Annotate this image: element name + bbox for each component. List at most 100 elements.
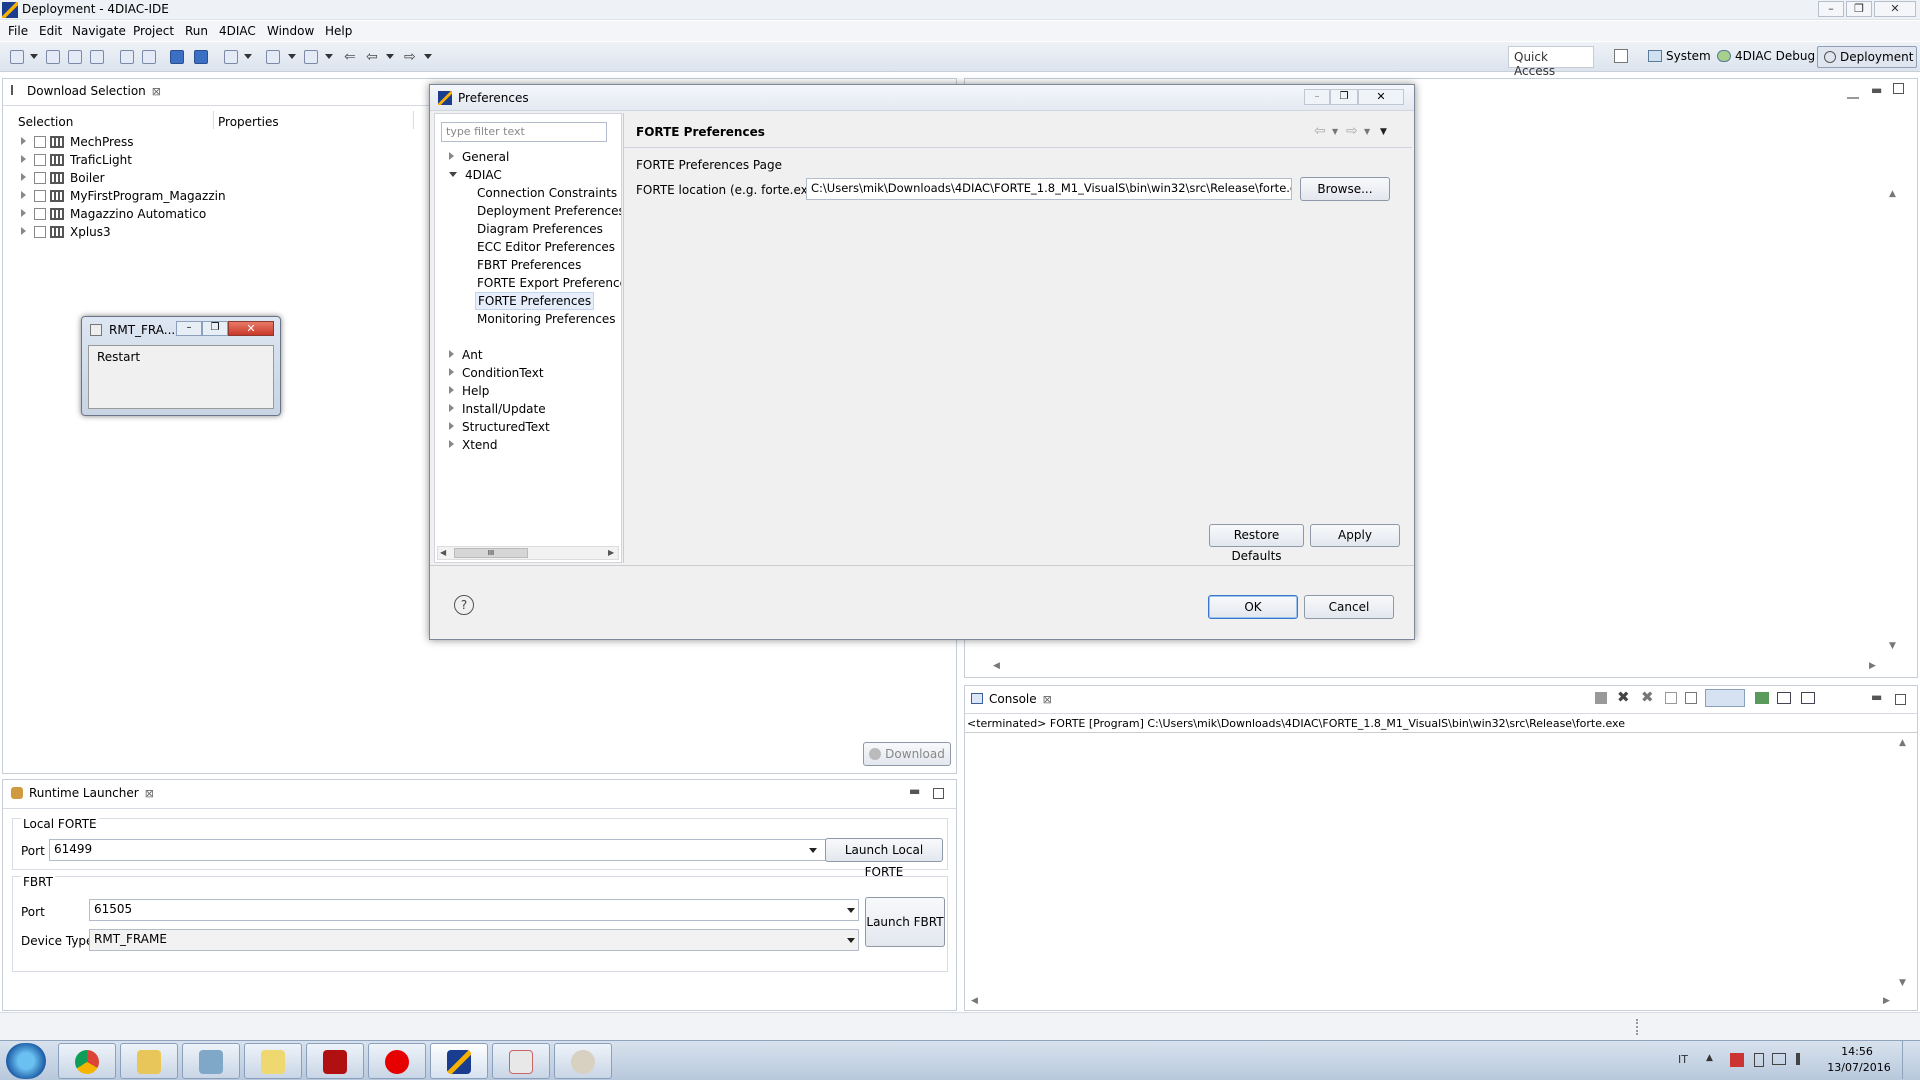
menu-file[interactable]: File: [8, 24, 28, 38]
taskbar-4diac[interactable]: [430, 1043, 488, 1079]
expand-icon[interactable]: [449, 422, 454, 430]
checkbox[interactable]: [34, 190, 46, 202]
chevron-down-icon[interactable]: [30, 54, 38, 59]
tree-item-structuredtext[interactable]: StructuredText: [449, 420, 550, 434]
chevron-down-icon[interactable]: [847, 938, 855, 943]
scroll-right-icon[interactable]: ▶: [1869, 661, 1876, 671]
chevron-down-icon[interactable]: [847, 908, 855, 913]
scroll-down-icon[interactable]: ▼: [1899, 978, 1906, 988]
minimize-window-button[interactable]: –: [1818, 1, 1844, 17]
scroll-left-icon[interactable]: ◀: [440, 548, 446, 557]
tab-console[interactable]: Console ⊠: [971, 692, 1052, 706]
menu-edit[interactable]: Edit: [39, 24, 62, 38]
pin-console-icon[interactable]: [1755, 692, 1769, 704]
taskbar-explorer[interactable]: [120, 1043, 178, 1079]
minimize-view-icon[interactable]: ▬: [909, 784, 920, 798]
search-icon[interactable]: [224, 50, 238, 64]
minimize-dialog-button[interactable]: –: [1304, 89, 1330, 105]
chevron-down-icon[interactable]: [424, 54, 432, 59]
maximize-view-icon[interactable]: [1893, 83, 1904, 94]
tree-item-diagram-preferences[interactable]: Diagram Preferences: [477, 222, 603, 236]
chevron-down-icon[interactable]: [325, 54, 333, 59]
new-icon[interactable]: [10, 50, 24, 64]
expand-icon[interactable]: [449, 368, 454, 376]
maximize-view-icon[interactable]: [933, 788, 944, 799]
chevron-down-icon[interactable]: ▼: [1364, 127, 1370, 136]
save-icon[interactable]: [46, 50, 60, 64]
close-icon[interactable]: ⊠: [152, 85, 161, 98]
tray-expand-icon[interactable]: ▲: [1706, 1053, 1713, 1063]
scroll-right-icon[interactable]: ▶: [608, 548, 614, 557]
tree-item-general[interactable]: General: [449, 150, 509, 164]
scroll-left-icon[interactable]: ◀: [971, 996, 978, 1006]
chevron-down-icon[interactable]: [288, 54, 296, 59]
taskbar-acrobat[interactable]: [306, 1043, 364, 1079]
tree-item-myfirstprogram[interactable]: MyFirstProgram_Magazzin: [21, 189, 226, 207]
expand-icon[interactable]: [449, 152, 454, 160]
open-console-icon[interactable]: [1801, 692, 1815, 704]
expand-icon[interactable]: [21, 191, 26, 199]
maximize-view-icon[interactable]: [1895, 694, 1906, 705]
checkbox[interactable]: [34, 136, 46, 148]
tree-item-forte-export-preferences[interactable]: FORTE Export Preferences: [477, 276, 621, 290]
column-header-selection[interactable]: Selection: [18, 115, 73, 129]
expand-icon[interactable]: [449, 350, 454, 358]
ok-button[interactable]: OK: [1208, 595, 1298, 619]
tree-item-connection-constraints[interactable]: Connection Constraints: [477, 186, 617, 200]
launch-fbrt-button[interactable]: Launch FBRT: [865, 897, 945, 947]
tree-item-install-update[interactable]: Install/Update: [449, 402, 546, 416]
back-icon[interactable]: ⇦: [1314, 123, 1326, 139]
checkbox[interactable]: [34, 208, 46, 220]
volume-icon[interactable]: [1796, 1053, 1808, 1065]
language-indicator[interactable]: IT: [1678, 1053, 1688, 1066]
restore-defaults-button[interactable]: Restore Defaults: [1209, 524, 1304, 563]
scroll-left-icon[interactable]: ◀: [993, 661, 1000, 671]
scrollbar-thumb[interactable]: III: [454, 548, 528, 558]
menu-4diac[interactable]: 4DIAC: [219, 24, 256, 38]
tree-item-monitoring-preferences[interactable]: Monitoring Preferences: [477, 312, 616, 326]
close-icon[interactable]: ⊠: [145, 787, 154, 800]
expand-icon[interactable]: [21, 227, 26, 235]
tree-item-mechpress[interactable]: MechPress: [21, 135, 134, 153]
checkbox[interactable]: [34, 226, 46, 238]
expand-icon[interactable]: [21, 137, 26, 145]
forte-location-input[interactable]: C:\Users\mik\Downloads\4DIAC\FORTE_1.8_M…: [806, 178, 1292, 200]
apply-button[interactable]: Apply: [1310, 524, 1400, 547]
nav-horizontal-scrollbar[interactable]: ◀ III ▶: [437, 546, 619, 560]
column-header-properties[interactable]: Properties: [218, 115, 279, 129]
close-dialog-button[interactable]: ✕: [1358, 89, 1404, 105]
start-button[interactable]: [6, 1043, 46, 1079]
taskbar-app-3[interactable]: [182, 1043, 240, 1079]
save-all-icon[interactable]: [68, 50, 82, 64]
terminate-icon[interactable]: [1595, 692, 1607, 704]
expand-icon[interactable]: [21, 209, 26, 217]
show-desktop-button[interactable]: [1902, 1041, 1916, 1079]
battery-icon[interactable]: [1754, 1053, 1764, 1067]
show-console-toggle[interactable]: [1705, 689, 1745, 707]
local-port-combo[interactable]: 61499: [49, 839, 827, 861]
expand-icon[interactable]: [21, 173, 26, 181]
forward-icon[interactable]: ⇨: [404, 49, 416, 65]
taskbar-app-4[interactable]: [244, 1043, 302, 1079]
tab-runtime-launcher[interactable]: Runtime Launcher ⊠: [11, 786, 154, 800]
taskbar-chrome[interactable]: [58, 1043, 116, 1079]
clear-console-icon[interactable]: [1665, 692, 1677, 704]
tree-item-traficlight[interactable]: TraficLight: [21, 153, 132, 171]
tree-item-magazzino-automatico[interactable]: Magazzino Automatico: [21, 207, 206, 225]
close-icon[interactable]: ⊠: [1043, 693, 1052, 706]
forward-icon[interactable]: ⇨: [1346, 123, 1358, 139]
tree-item-ecc-editor-preferences[interactable]: ECC Editor Preferences: [477, 240, 615, 254]
chevron-down-icon[interactable]: [809, 848, 817, 853]
minimize-view-icon[interactable]: ▬: [1871, 83, 1882, 97]
tray-clock-time[interactable]: 14:56: [1832, 1045, 1882, 1058]
maximize-dialog-button[interactable]: ❐: [1330, 89, 1358, 105]
restore-window-button[interactable]: ❐: [1846, 1, 1872, 17]
edit-icon[interactable]: [266, 50, 280, 64]
tree-item-xplus3[interactable]: Xplus3: [21, 225, 111, 243]
taskbar-java[interactable]: [492, 1043, 550, 1079]
restart-button[interactable]: Restart: [88, 345, 274, 409]
close-window-button[interactable]: ✕: [1874, 1, 1916, 17]
tree-item-xtend[interactable]: Xtend: [449, 438, 498, 452]
chevron-down-icon[interactable]: ▼: [1332, 127, 1338, 136]
chevron-down-icon[interactable]: [244, 54, 252, 59]
